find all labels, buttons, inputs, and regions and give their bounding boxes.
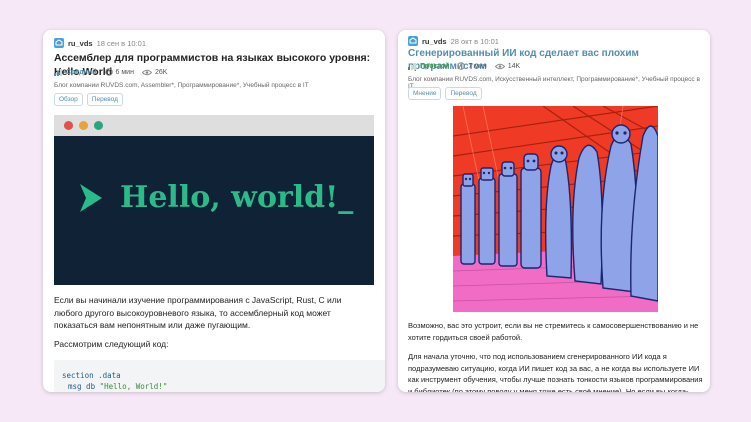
hero-image[interactable]: Hello, world!_ [54,115,374,285]
tag-item[interactable]: Перевод [86,93,123,106]
article-paragraph: Если вы начинали изучение программирован… [54,295,342,330]
tags: Мнение Перевод [408,87,482,100]
difficulty-badge: Простой [408,62,449,70]
article-illustration[interactable] [453,106,658,312]
avatar[interactable] [54,38,64,48]
author-row: ru_vds 18 сен в 10:01 [54,38,146,48]
tags: Обзор Перевод [54,93,123,106]
tag-item[interactable]: Обзор [54,93,83,106]
views-count: 14K [494,63,520,70]
tag-item[interactable]: Перевод [445,87,482,100]
difficulty-badge: Средний [54,68,97,76]
author-name[interactable]: ru_vds [422,37,447,46]
read-time: 7 мин [457,62,487,70]
code-line: msg db "Hello, World!" [68,382,168,391]
publish-date: 18 сен в 10:01 [96,38,147,48]
play-arrow-icon [80,184,102,212]
read-time: 6 мин [104,68,134,76]
eye-icon [494,63,505,69]
avatar[interactable] [408,36,418,46]
window-titlebar [54,115,374,136]
article-card-right[interactable]: ru_vds 28 окт в 10:01 Сгенерированный ИИ… [398,30,710,392]
hero-terminal: Hello, world!_ [54,136,374,285]
window-dot-red [64,121,73,130]
difficulty-icon [408,62,416,70]
hero-text: Hello, world!_ [120,180,354,215]
article-paragraph: Для начала уточню, что под использование… [408,352,703,392]
views-count: 26K [141,69,167,76]
window-dot-green [94,121,103,130]
eye-icon [141,69,152,75]
code-block: section .data msg db "Hello, World!" [54,360,385,392]
article-meta: Простой 7 мин 14K [408,62,520,70]
article-meta: Средний 6 мин 26K [54,68,167,76]
tag-item[interactable]: Мнение [408,87,442,100]
clock-icon [457,62,466,70]
article-paragraph: Возможно, вас это устроит, если вы не ст… [408,321,699,342]
article-paragraph: Рассмотрим следующий код: [54,339,169,349]
clock-icon [104,68,113,76]
publish-date: 28 окт в 10:01 [450,36,499,46]
difficulty-icon [54,68,62,76]
author-name[interactable]: ru_vds [68,39,93,48]
window-dot-yellow [79,121,88,130]
hubs-list[interactable]: Блог компании RUVDS.com, Assembler*, Про… [54,82,376,89]
article-card-left[interactable]: ru_vds 18 сен в 10:01 Ассемблер для прог… [43,30,385,392]
code-line: section .data [62,371,121,380]
author-row: ru_vds 28 окт в 10:01 [408,36,499,46]
